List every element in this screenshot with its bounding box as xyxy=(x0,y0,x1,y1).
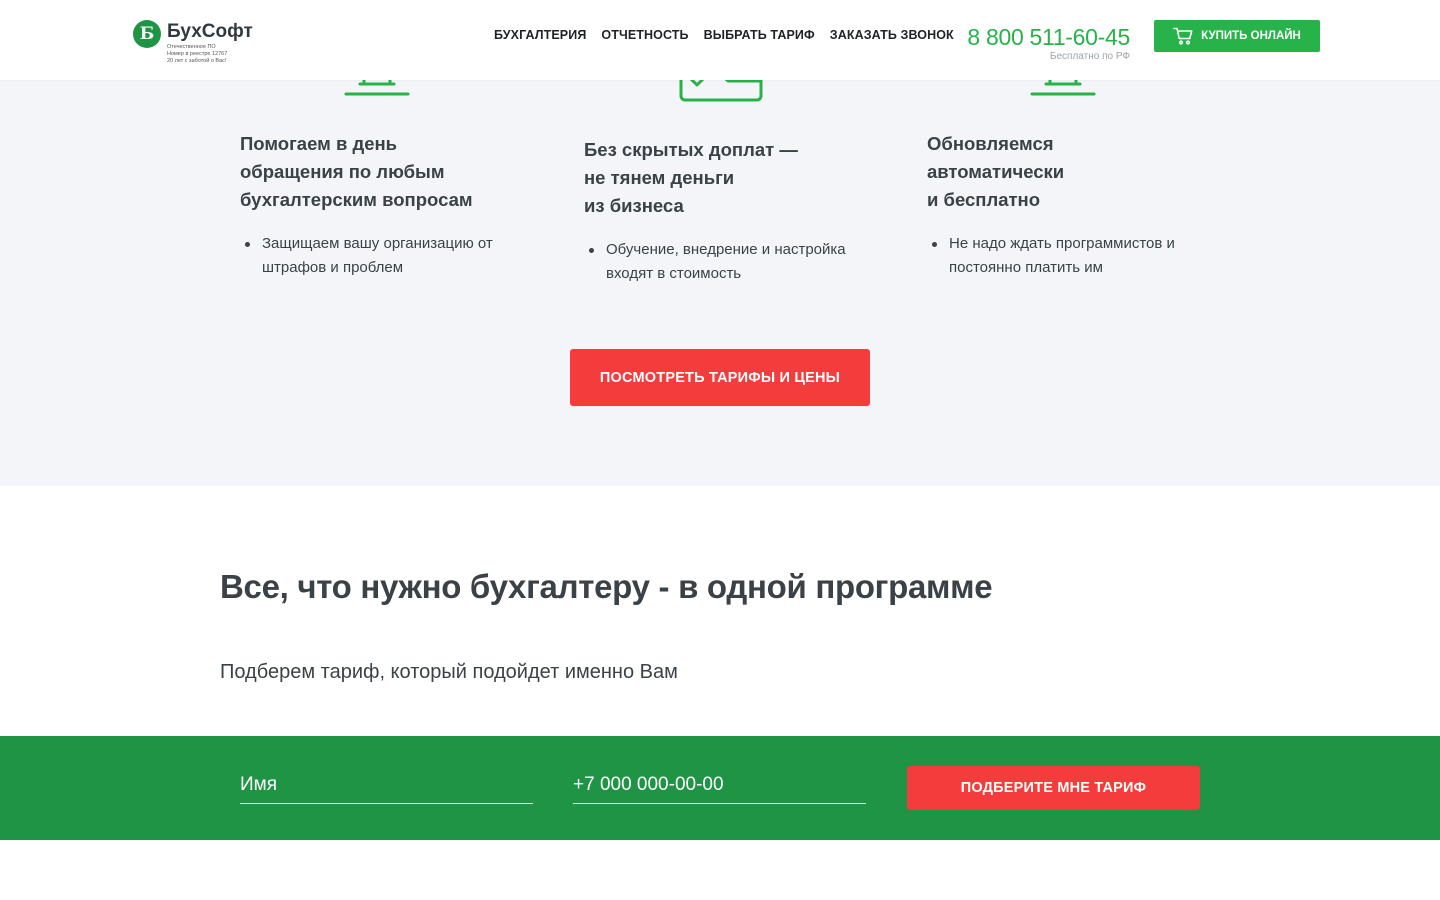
phone-block: 8 800 511-60-45 Бесплатно по РФ xyxy=(964,22,1130,62)
feature-title: Обновляемся автоматически и бесплатно xyxy=(927,133,1065,210)
feature-bullet: Обучение, внедрение и настройка входят в… xyxy=(584,238,884,286)
name-input[interactable]: Имя xyxy=(240,766,533,804)
nav-order-call[interactable]: ЗАКАЗАТЬ ЗВОНОК xyxy=(830,28,954,42)
pick-tariff-button[interactable]: ПОДБЕРИТЕ МНЕ ТАРИФ xyxy=(907,766,1200,810)
main-nav: БУХГАЛТЕРИЯ ОТЧЕТНОСТЬ ВЫБРАТЬ ТАРИФ ЗАК… xyxy=(494,28,969,42)
update-icon xyxy=(1030,80,1096,96)
view-tariffs-button[interactable]: ПОСМОТРЕТЬ ТАРИФЫ И ЦЕНЫ xyxy=(570,349,870,406)
feature-bullets: Обучение, внедрение и настройка входят в… xyxy=(584,238,884,286)
logo-mark-icon: Б xyxy=(133,20,161,48)
phone-placeholder: +7 000 000-00-00 xyxy=(573,774,724,795)
section-subtitle: Подберем тариф, который подойдет именно … xyxy=(220,661,678,683)
site-header: Б БухСофт Отечественное ПО Номер в реест… xyxy=(0,0,1440,80)
nav-accounting[interactable]: БУХГАЛТЕРИЯ xyxy=(494,28,586,42)
feature-bullet: Не надо ждать программистов и постоянно … xyxy=(927,232,1227,280)
nav-reporting[interactable]: ОТЧЕТНОСТЬ xyxy=(601,28,688,42)
logo-tagline-1: Отечественное ПО xyxy=(167,44,216,50)
support-icon xyxy=(344,80,410,96)
logo-text: БухСофт Отечественное ПО Номер в реестре… xyxy=(167,20,253,65)
name-placeholder: Имя xyxy=(240,774,278,795)
phone-number[interactable]: 8 800 511-60-45 xyxy=(964,22,1130,52)
logo-name: БухСофт xyxy=(167,21,253,42)
features-section: Помогаем в день обращения по любым бухга… xyxy=(0,80,1440,486)
feature-updates: Обновляемся автоматически и бесплатно Не… xyxy=(927,130,1227,280)
feature-bullets: Защищаем вашу организацию от штрафов и п… xyxy=(240,232,540,280)
buy-online-button[interactable]: КУПИТЬ ОНЛАЙН xyxy=(1154,20,1320,52)
feature-support: Помогаем в день обращения по любым бухга… xyxy=(240,130,540,280)
feature-title: Без скрытых доплат — не тянем деньги из … xyxy=(584,139,798,216)
cart-icon xyxy=(1173,27,1193,45)
feature-title: Помогаем в день обращения по любым бухга… xyxy=(240,133,473,210)
tariff-form: Имя +7 000 000-00-00 ПОДБЕРИТЕ МНЕ ТАРИФ xyxy=(0,736,1440,840)
section-title: Все, что нужно бухгалтеру - в одной прог… xyxy=(220,568,993,605)
phone-note: Бесплатно по РФ xyxy=(1049,51,1130,62)
phone-input[interactable]: +7 000 000-00-00 xyxy=(573,766,866,804)
logo-tagline-2: Номер в реестре 12767 xyxy=(167,51,228,57)
nav-choose-tariff[interactable]: ВЫБРАТЬ ТАРИФ xyxy=(704,28,815,42)
feature-bullets: Не надо ждать программистов и постоянно … xyxy=(927,232,1227,280)
wallet-icon xyxy=(679,80,763,102)
logo[interactable]: Б БухСофт Отечественное ПО Номер в реест… xyxy=(133,20,253,65)
feature-bullet: Защищаем вашу организацию от штрафов и п… xyxy=(240,232,540,280)
feature-pricing: Без скрытых доплат — не тянем деньги из … xyxy=(584,136,884,286)
buy-online-label: КУПИТЬ ОНЛАЙН xyxy=(1201,30,1301,42)
logo-tagline-3: 20 лет с заботой о Вас! xyxy=(167,58,227,64)
